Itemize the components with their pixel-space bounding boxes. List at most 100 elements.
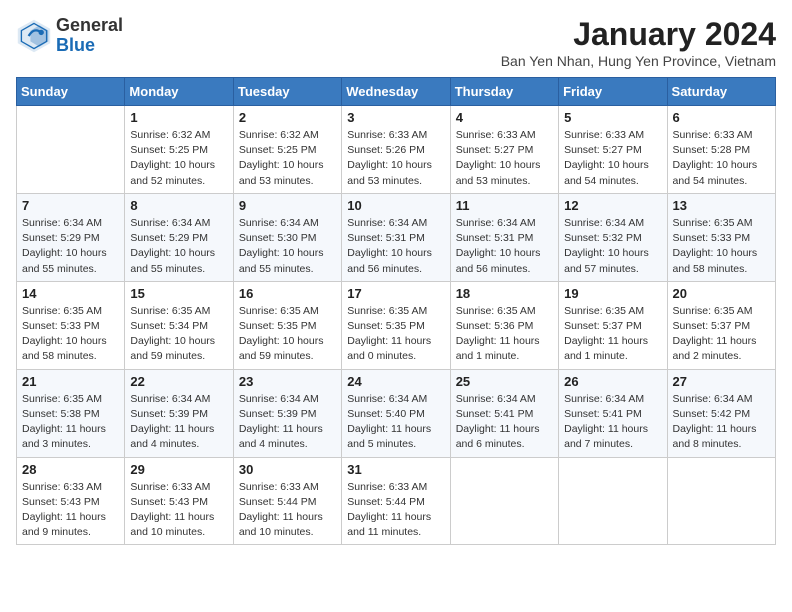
calendar-week-row: 21 Sunrise: 6:35 AMSunset: 5:38 PMDayligh…	[17, 369, 776, 457]
location-subtitle: Ban Yen Nhan, Hung Yen Province, Vietnam	[501, 53, 776, 69]
day-number: 22	[130, 374, 227, 389]
day-info: Sunrise: 6:35 AMSunset: 5:37 PMDaylight:…	[673, 304, 770, 365]
day-number: 30	[239, 462, 336, 477]
day-number: 20	[673, 286, 770, 301]
calendar-cell: 15Sunrise: 6:35 AMSunset: 5:34 PMDayligh…	[125, 281, 233, 369]
day-number: 25	[456, 374, 553, 389]
day-info: Sunrise: 6:33 AMSunset: 5:44 PMDaylight:…	[347, 480, 444, 541]
day-number: 18	[456, 286, 553, 301]
logo-icon	[16, 18, 52, 54]
day-info: Sunrise: 6:33 AMSunset: 5:27 PMDaylight:…	[456, 128, 553, 189]
day-info: Sunrise: 6:33 AMSunset: 5:43 PMDaylight:…	[130, 480, 227, 541]
day-info: Sunrise: 6:34 AMSunset: 5:29 PMDaylight:…	[130, 216, 227, 277]
day-info: Sunrise: 6:35 AMSunset: 5:36 PMDaylight:…	[456, 304, 553, 365]
day-number: 16	[239, 286, 336, 301]
day-number: 3	[347, 110, 444, 125]
calendar-cell: 13 Sunrise: 6:35 AMSunset: 5:33 PMDayligh…	[667, 193, 775, 281]
day-info: Sunrise: 6:34 AMSunset: 5:42 PMDaylight:…	[673, 392, 770, 453]
weekday-header: Tuesday	[233, 78, 341, 106]
day-info: Sunrise: 6:34 AMSunset: 5:39 PMDaylight:…	[130, 392, 227, 453]
weekday-header: Sunday	[17, 78, 125, 106]
day-number: 26	[564, 374, 661, 389]
calendar-cell: 31 Sunrise: 6:33 AMSunset: 5:44 PMDayligh…	[342, 457, 450, 545]
calendar-cell: 4 Sunrise: 6:33 AMSunset: 5:27 PMDaylight…	[450, 106, 558, 194]
day-info: Sunrise: 6:35 AMSunset: 5:35 PMDaylight:…	[347, 304, 444, 365]
weekday-header: Monday	[125, 78, 233, 106]
day-number: 9	[239, 198, 336, 213]
day-number: 7	[22, 198, 119, 213]
title-section: January 2024 Ban Yen Nhan, Hung Yen Prov…	[501, 16, 776, 69]
day-number: 31	[347, 462, 444, 477]
day-number: 13	[673, 198, 770, 213]
day-number: 4	[456, 110, 553, 125]
day-number: 8	[130, 198, 227, 213]
day-info: Sunrise: 6:34 AMSunset: 5:41 PMDaylight:…	[456, 392, 553, 453]
calendar-cell: 12 Sunrise: 6:34 AMSunset: 5:32 PMDayligh…	[559, 193, 667, 281]
day-number: 23	[239, 374, 336, 389]
day-number: 2	[239, 110, 336, 125]
calendar-header-row: SundayMondayTuesdayWednesdayThursdayFrid…	[17, 78, 776, 106]
day-info: Sunrise: 6:34 AMSunset: 5:29 PMDaylight:…	[22, 216, 119, 277]
logo: General Blue	[16, 16, 123, 56]
day-number: 10	[347, 198, 444, 213]
calendar-cell: 27Sunrise: 6:34 AMSunset: 5:42 PMDayligh…	[667, 369, 775, 457]
day-number: 24	[347, 374, 444, 389]
day-number: 6	[673, 110, 770, 125]
calendar-cell: 20 Sunrise: 6:35 AMSunset: 5:37 PMDayligh…	[667, 281, 775, 369]
weekday-header: Saturday	[667, 78, 775, 106]
day-info: Sunrise: 6:33 AMSunset: 5:28 PMDaylight:…	[673, 128, 770, 189]
calendar-cell: 3Sunrise: 6:33 AMSunset: 5:26 PMDaylight…	[342, 106, 450, 194]
day-info: Sunrise: 6:33 AMSunset: 5:27 PMDaylight:…	[564, 128, 661, 189]
calendar-cell: 9Sunrise: 6:34 AMSunset: 5:30 PMDaylight…	[233, 193, 341, 281]
day-info: Sunrise: 6:34 AMSunset: 5:32 PMDaylight:…	[564, 216, 661, 277]
calendar-cell: 16 Sunrise: 6:35 AMSunset: 5:35 PMDayligh…	[233, 281, 341, 369]
calendar-cell	[17, 106, 125, 194]
page-header: General Blue January 2024 Ban Yen Nhan, …	[16, 16, 776, 69]
calendar-cell: 2 Sunrise: 6:32 AMSunset: 5:25 PMDaylight…	[233, 106, 341, 194]
day-number: 12	[564, 198, 661, 213]
calendar-cell: 14 Sunrise: 6:35 AMSunset: 5:33 PMDayligh…	[17, 281, 125, 369]
day-number: 28	[22, 462, 119, 477]
calendar-cell: 29 Sunrise: 6:33 AMSunset: 5:43 PMDayligh…	[125, 457, 233, 545]
calendar-cell: 26Sunrise: 6:34 AMSunset: 5:41 PMDayligh…	[559, 369, 667, 457]
day-info: Sunrise: 6:35 AMSunset: 5:35 PMDaylight:…	[239, 304, 336, 365]
day-info: Sunrise: 6:33 AMSunset: 5:43 PMDaylight:…	[22, 480, 119, 541]
day-info: Sunrise: 6:35 AMSunset: 5:38 PMDaylight:…	[22, 392, 119, 453]
day-info: Sunrise: 6:34 AMSunset: 5:31 PMDaylight:…	[347, 216, 444, 277]
day-number: 5	[564, 110, 661, 125]
calendar-week-row: 14 Sunrise: 6:35 AMSunset: 5:33 PMDayligh…	[17, 281, 776, 369]
calendar-cell: 1 Sunrise: 6:32 AMSunset: 5:25 PMDaylight…	[125, 106, 233, 194]
calendar-week-row: 1 Sunrise: 6:32 AMSunset: 5:25 PMDaylight…	[17, 106, 776, 194]
day-info: Sunrise: 6:34 AMSunset: 5:40 PMDaylight:…	[347, 392, 444, 453]
calendar-cell: 22 Sunrise: 6:34 AMSunset: 5:39 PMDayligh…	[125, 369, 233, 457]
calendar-cell: 21 Sunrise: 6:35 AMSunset: 5:38 PMDayligh…	[17, 369, 125, 457]
day-number: 19	[564, 286, 661, 301]
day-info: Sunrise: 6:34 AMSunset: 5:39 PMDaylight:…	[239, 392, 336, 453]
calendar-cell: 11 Sunrise: 6:34 AMSunset: 5:31 PMDayligh…	[450, 193, 558, 281]
day-info: Sunrise: 6:35 AMSunset: 5:33 PMDaylight:…	[673, 216, 770, 277]
weekday-header: Thursday	[450, 78, 558, 106]
day-number: 29	[130, 462, 227, 477]
calendar-cell: 5 Sunrise: 6:33 AMSunset: 5:27 PMDaylight…	[559, 106, 667, 194]
day-number: 21	[22, 374, 119, 389]
day-info: Sunrise: 6:35 AMSunset: 5:34 PMDaylight:…	[130, 304, 227, 365]
day-info: Sunrise: 6:33 AMSunset: 5:44 PMDaylight:…	[239, 480, 336, 541]
day-info: Sunrise: 6:34 AMSunset: 5:31 PMDaylight:…	[456, 216, 553, 277]
calendar-cell: 23 Sunrise: 6:34 AMSunset: 5:39 PMDayligh…	[233, 369, 341, 457]
calendar-table: SundayMondayTuesdayWednesdayThursdayFrid…	[16, 77, 776, 545]
weekday-header: Wednesday	[342, 78, 450, 106]
day-info: Sunrise: 6:35 AMSunset: 5:37 PMDaylight:…	[564, 304, 661, 365]
day-number: 17	[347, 286, 444, 301]
calendar-week-row: 28 Sunrise: 6:33 AMSunset: 5:43 PMDayligh…	[17, 457, 776, 545]
weekday-header: Friday	[559, 78, 667, 106]
day-number: 11	[456, 198, 553, 213]
calendar-cell: 24 Sunrise: 6:34 AMSunset: 5:40 PMDayligh…	[342, 369, 450, 457]
day-info: Sunrise: 6:32 AMSunset: 5:25 PMDaylight:…	[239, 128, 336, 189]
logo-text: General Blue	[56, 16, 123, 56]
day-info: Sunrise: 6:32 AMSunset: 5:25 PMDaylight:…	[130, 128, 227, 189]
day-number: 1	[130, 110, 227, 125]
calendar-cell: 19 Sunrise: 6:35 AMSunset: 5:37 PMDayligh…	[559, 281, 667, 369]
day-number: 14	[22, 286, 119, 301]
calendar-cell	[559, 457, 667, 545]
day-info: Sunrise: 6:35 AMSunset: 5:33 PMDaylight:…	[22, 304, 119, 365]
